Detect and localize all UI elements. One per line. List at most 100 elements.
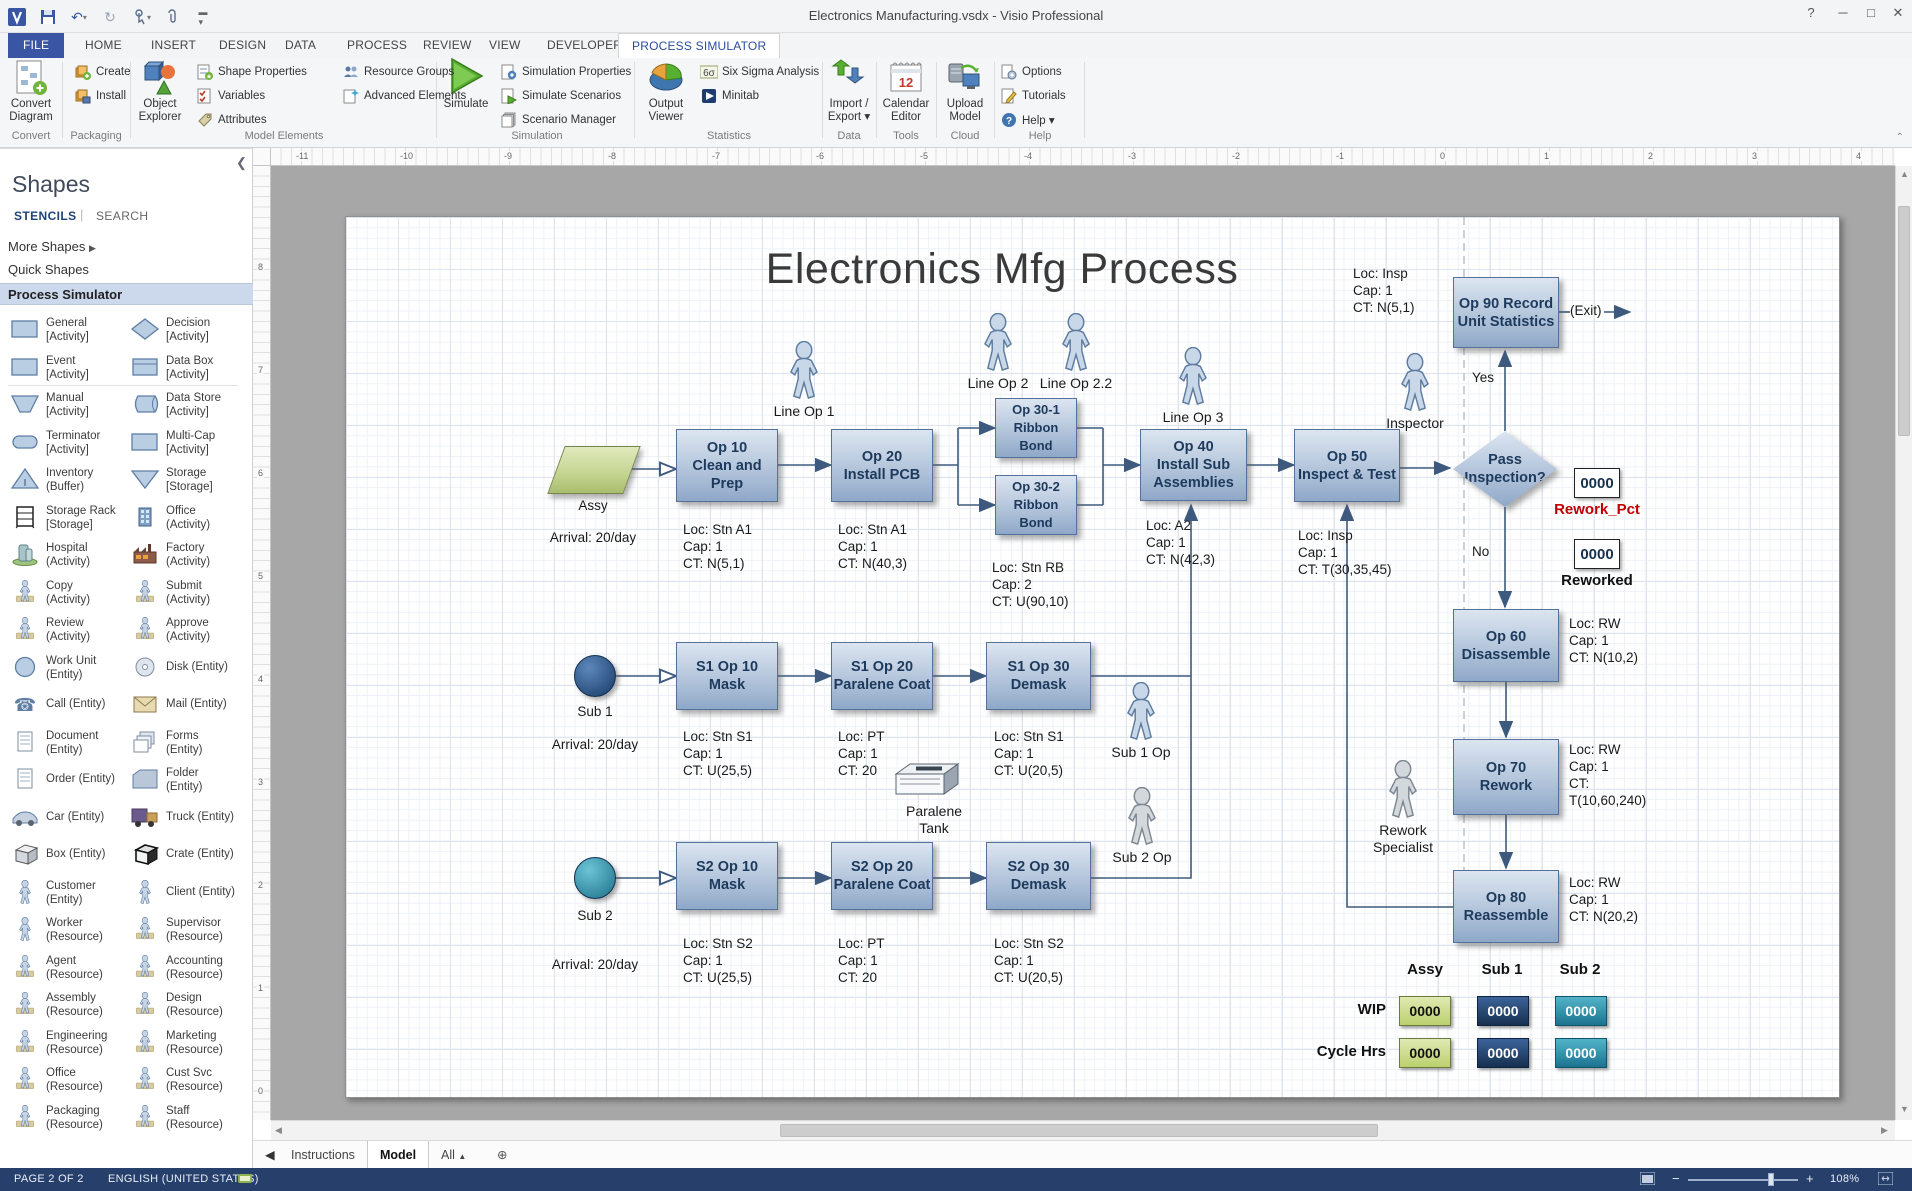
stencil-shape-event[interactable]: Event[Activity] — [8, 351, 126, 387]
status-page-indicator[interactable]: PAGE 2 OF 2 — [14, 1173, 84, 1185]
shape-op50[interactable]: Op 50Inspect & Test — [1294, 429, 1400, 502]
stencil-shape-client(entity)[interactable]: Client (Entity) — [128, 876, 246, 912]
ribbon-tab-view[interactable]: VIEW — [476, 33, 533, 58]
stencil-shape-workunit[interactable]: Work Unit(Entity) — [8, 651, 126, 687]
stencil-shape-crate(entity)[interactable]: Crate (Entity) — [128, 838, 246, 874]
shape-op30-1[interactable]: Op 30-1RibbonBond — [995, 398, 1077, 458]
shape-s2op20[interactable]: S2 Op 20Paralene Coat — [831, 842, 933, 910]
stencil-shape-review[interactable]: Review(Activity) — [8, 613, 126, 649]
stencil-shape-worker[interactable]: Worker(Resource) — [8, 913, 126, 949]
ribbon-button-help-[interactable]: ?Help ▾ — [1000, 110, 1055, 130]
ribbon-button-advanced-elements[interactable]: Advanced Elements — [342, 86, 466, 106]
stencil-shape-assembly[interactable]: Assembly(Resource) — [8, 988, 126, 1024]
shape-op80[interactable]: Op 80Reassemble — [1453, 870, 1559, 943]
person-lineop2[interactable] — [978, 313, 1018, 376]
all-pages-dropdown[interactable]: All ▲ — [429, 1141, 478, 1169]
person-inspector[interactable] — [1395, 353, 1435, 416]
ribbon-button-tutorials[interactable]: Tutorials — [1000, 86, 1066, 106]
scroll-up-icon[interactable]: ▲ — [1900, 169, 1909, 179]
stencil-shape-copy[interactable]: Copy(Activity) — [8, 576, 126, 612]
stencil-shape-databox[interactable]: Data Box[Activity] — [128, 351, 246, 387]
zoom-level[interactable]: 108% — [1830, 1173, 1859, 1185]
stencil-shape-design[interactable]: Design(Resource) — [128, 988, 246, 1024]
ribbon-tab-insert[interactable]: INSERT — [138, 33, 209, 58]
stencil-shape-approve[interactable]: Approve(Activity) — [128, 613, 246, 649]
ribbon-tab-review[interactable]: REVIEW — [410, 33, 485, 58]
stencil-shape-marketing[interactable]: Marketing(Resource) — [128, 1026, 246, 1062]
stencil-shape-office[interactable]: Office(Resource) — [8, 1063, 126, 1099]
ribbon-button-convert-diagram[interactable]: ConvertDiagram — [0, 58, 62, 124]
stencil-shape-hospital[interactable]: Hospital(Activity) — [8, 538, 126, 574]
shape-op70[interactable]: Op 70Rework — [1453, 739, 1559, 815]
stencil-shape-office[interactable]: Office(Activity) — [128, 501, 246, 537]
zoom-in-button[interactable]: + — [1806, 1171, 1814, 1186]
drawing-page[interactable]: Electronics Mfg Process Op 10Clean and P… — [345, 216, 1840, 1098]
collapse-panel-icon[interactable]: ❮ — [236, 155, 247, 171]
active-stencil-item[interactable]: Process Simulator — [0, 283, 253, 305]
stencil-shape-inventory[interactable]: I Inventory(Buffer) — [8, 463, 126, 499]
shape-op30-2[interactable]: Op 30-2RibbonBond — [995, 475, 1077, 535]
ribbon-button-calendar-editor[interactable]: 12CalendarEditor — [875, 58, 937, 124]
shape-op90[interactable]: Op 90 RecordUnit Statistics — [1453, 277, 1559, 348]
ribbon-button-minitab[interactable]: Minitab — [700, 86, 759, 106]
scroll-down-icon[interactable]: ▼ — [1900, 1104, 1909, 1114]
maximize-button[interactable]: □ — [1856, 0, 1886, 26]
stencil-shape-mail(entity)[interactable]: Mail (Entity) — [128, 688, 246, 724]
ribbon-button-scenario-manager[interactable]: Scenario Manager — [500, 110, 616, 130]
stencil-shape-packaging[interactable]: Packaging(Resource) — [8, 1101, 126, 1137]
stencil-shape-storage[interactable]: Storage[Storage] — [128, 463, 246, 499]
help-window-button[interactable]: ? — [1796, 0, 1826, 26]
drawing-canvas[interactable]: Electronics Mfg Process Op 10Clean and P… — [271, 166, 1895, 1120]
page-tab-instructions[interactable]: Instructions — [279, 1141, 368, 1169]
stencil-shape-factory[interactable]: Factory(Activity) — [128, 538, 246, 574]
stencil-shape-box(entity)[interactable]: Box (Entity) — [8, 838, 126, 874]
ribbon-button-create[interactable]: Create — [74, 62, 131, 82]
shape-op10[interactable]: Op 10Clean and Prep — [676, 429, 778, 502]
ribbon-button-install[interactable]: Install — [74, 86, 126, 106]
stencil-shape-car(entity)[interactable]: Car (Entity) — [8, 801, 126, 837]
ribbon-tab-design[interactable]: DESIGN — [206, 33, 279, 58]
shape-sub1-entity[interactable] — [574, 655, 616, 697]
status-language[interactable]: ENGLISH (UNITED STATES) — [108, 1173, 259, 1185]
ribbon-button-shape-properties[interactable]: Shape Properties — [196, 62, 307, 82]
zoom-slider[interactable] — [1688, 1179, 1798, 1181]
ribbon-button-attributes[interactable]: Attributes — [196, 110, 267, 130]
person-lineop1[interactable] — [784, 341, 824, 404]
person-sub1op[interactable] — [1121, 682, 1161, 745]
ribbon-button-import-export[interactable]: Import /Export ▾ — [818, 58, 880, 124]
stencil-shape-custsvc[interactable]: Cust Svc(Resource) — [128, 1063, 246, 1099]
ribbon-tab-data[interactable]: DATA — [272, 33, 329, 58]
shape-s1op30[interactable]: S1 Op 30Demask — [986, 642, 1091, 710]
stencil-shape-supervisor[interactable]: Supervisor(Resource) — [128, 913, 246, 949]
zoom-slider-thumb[interactable] — [1768, 1173, 1774, 1186]
ribbon-button-resource-groups[interactable]: Resource Groups — [342, 62, 454, 82]
fullscreen-toggle-icon[interactable] — [1640, 1172, 1655, 1188]
shape-op20[interactable]: Op 20Install PCB — [831, 429, 933, 502]
shape-pass-inspection[interactable]: PassInspection? — [1453, 431, 1557, 507]
shape-s2op30[interactable]: S2 Op 30Demask — [986, 842, 1091, 910]
scroll-left-icon[interactable]: ◀ — [275, 1125, 282, 1136]
ribbon-tab-process-simulator[interactable]: PROCESS SIMULATOR — [618, 33, 780, 58]
shape-op60[interactable]: Op 60Disassemble — [1453, 609, 1559, 682]
stencil-shape-staff[interactable]: Staff(Resource) — [128, 1101, 246, 1137]
stencil-shape-customer[interactable]: Customer(Entity) — [8, 876, 126, 912]
minimize-button[interactable]: ─ — [1828, 0, 1858, 26]
close-button[interactable]: ✕ — [1884, 0, 1912, 26]
stencil-shape-forms[interactable]: Forms(Entity) — [128, 726, 246, 762]
horizontal-scrollbar[interactable]: ◀ ▶ — [271, 1120, 1895, 1140]
fit-page-icon[interactable] — [1878, 1172, 1893, 1188]
ribbon-button-output-viewer[interactable]: OutputViewer — [635, 58, 697, 124]
person-lineop22[interactable] — [1056, 313, 1096, 376]
insert-page-button[interactable]: ⊕ — [485, 1141, 519, 1169]
stencil-shape-engineering[interactable]: Engineering(Resource) — [8, 1026, 126, 1062]
more-shapes-item[interactable]: More Shapes ▶ — [8, 239, 96, 254]
stencil-shape-truck(entity)[interactable]: Truck (Entity) — [128, 801, 246, 837]
shape-s1op20[interactable]: S1 Op 20Paralene Coat — [831, 642, 933, 710]
shape-op40[interactable]: Op 40Install SubAssemblies — [1140, 429, 1247, 501]
ribbon-tab-process[interactable]: PROCESS — [334, 33, 420, 58]
stencil-shape-multi-cap[interactable]: Multi-Cap[Activity] — [128, 426, 246, 462]
stencil-shape-order(entity)[interactable]: Order (Entity) — [8, 763, 126, 799]
ribbon-button-variables[interactable]: Variables — [196, 86, 265, 106]
ribbon-button-simulation-properties[interactable]: Simulation Properties — [500, 62, 631, 82]
tab-search[interactable]: SEARCH — [96, 209, 148, 223]
